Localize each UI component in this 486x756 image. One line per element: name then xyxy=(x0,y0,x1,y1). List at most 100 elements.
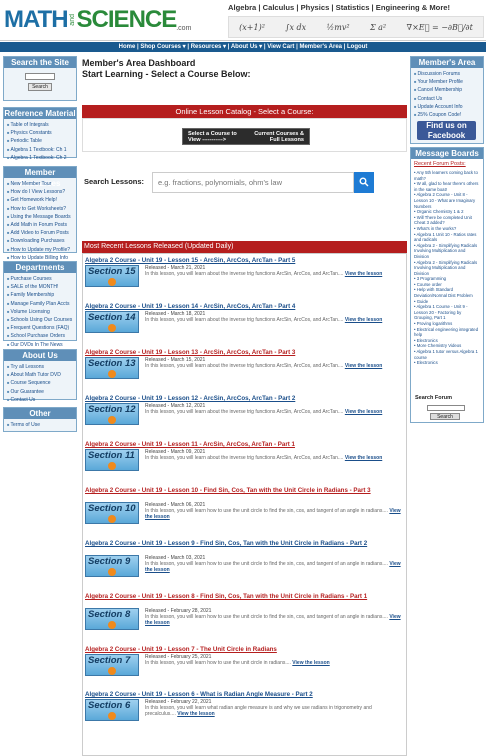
forum-post-link[interactable]: • Any 5th learners coming back to math? xyxy=(414,170,480,181)
department-link[interactable]: School Purchase Orders xyxy=(7,332,73,340)
member-area-link[interactable]: Cancel Membership xyxy=(414,86,480,94)
view-lesson-link[interactable]: View the lesson xyxy=(345,317,382,323)
forum-post-title: Will There be completed Unit Cheat 3 add… xyxy=(414,214,472,226)
department-link[interactable]: Schools Using Our Courses xyxy=(7,316,73,324)
lesson-thumbnail[interactable]: Section 10 xyxy=(85,502,139,524)
view-lesson-link[interactable]: View the lesson xyxy=(177,711,214,717)
search-lessons-button[interactable] xyxy=(354,172,374,193)
member-area-link[interactable]: Discussion Forums xyxy=(414,70,480,78)
play-icon xyxy=(108,667,116,675)
lesson-thumbnail[interactable]: Section 12 xyxy=(85,403,139,425)
department-link[interactable]: Family Membership xyxy=(7,291,73,299)
forum-post-link[interactable]: • Electrical engineering integrated help xyxy=(414,327,480,338)
member-area-link[interactable]: Update Account Info xyxy=(414,103,480,111)
department-link[interactable]: Our DVDs In The News xyxy=(7,341,73,349)
member-resource-link[interactable]: Downloading Purchases xyxy=(7,237,73,245)
department-link[interactable]: Manage Family Plan Accts xyxy=(7,300,73,308)
about-link[interactable]: About Math Tutor DVD xyxy=(7,371,73,379)
reference-link[interactable]: Physics Constants xyxy=(7,129,73,137)
about-link[interactable]: Try all Lessons xyxy=(7,363,73,371)
reference-link[interactable]: Table of Integrals xyxy=(7,121,73,129)
reference-link[interactable]: Periodic Table xyxy=(7,137,73,145)
lesson-thumbnail[interactable]: Section 6 xyxy=(85,699,139,721)
forum-post-link[interactable]: • Electronics xyxy=(414,360,480,366)
lesson-thumbnail[interactable]: Section 13 xyxy=(85,357,139,379)
forum-search-button[interactable]: Search xyxy=(430,413,460,420)
member-resource-link[interactable]: Add Video to Forum Posts xyxy=(7,229,73,237)
reference-link[interactable]: Algebra 1 Textbook: Ch 1 xyxy=(7,146,73,154)
member-resource-link[interactable]: How do I View Lessons? xyxy=(7,188,73,196)
member-area-link[interactable]: 25% Coupon Code! xyxy=(414,111,480,119)
select-course-button[interactable]: Select a Course to View -----------> Cur… xyxy=(182,128,310,145)
member-resource-link[interactable]: New Member Tour xyxy=(7,180,73,188)
thumbnail-label: Section 8 xyxy=(88,609,131,620)
member-resource-link[interactable]: How to Update my Profile? xyxy=(7,246,73,254)
forum-post-link[interactable]: • W all, glad to hear there's others in … xyxy=(414,181,480,192)
site-logo[interactable]: MATH and SCIENCE .com xyxy=(4,2,222,38)
thumbnail-label: Section 12 xyxy=(88,404,136,415)
about-link[interactable]: Contact Us xyxy=(7,396,73,404)
forum-search-input[interactable] xyxy=(427,405,465,411)
formula-banner: (x+1)² ∫x dx ½mv² Σ a² ∇×E⃗ = −∂B⃗/∂t xyxy=(228,16,484,38)
forum-post-link[interactable]: • Algebra 1 Course - Unit 9 - Lesson 20 … xyxy=(414,304,480,321)
forum-post-link[interactable]: • Algebra 2 Course - Unit 8 - Lesson 10 … xyxy=(414,192,480,209)
formula: (x+1)² xyxy=(239,22,265,32)
lesson-title-link[interactable]: Algebra 2 Course - Unit 19 - Lesson 8 - … xyxy=(85,593,405,601)
about-link[interactable]: Course Sequence xyxy=(7,379,73,387)
search-site-title: Search the Site xyxy=(4,57,76,68)
member-resource-link[interactable]: Using the Message Boards xyxy=(7,213,73,221)
forum-post-link[interactable]: • Will There be completed Unit Cheat 3 a… xyxy=(414,215,480,226)
facebook-button[interactable]: Find us on Facebook xyxy=(417,121,476,140)
member-area-link[interactable]: Your Member Profile xyxy=(414,78,480,86)
lesson-title-link[interactable]: Algebra 2 Course - Unit 19 - Lesson 11 -… xyxy=(85,441,405,449)
lesson-item: Algebra 2 Course - Unit 19 - Lesson 14 -… xyxy=(85,303,405,347)
lesson-title-link[interactable]: Algebra 2 Course - Unit 19 - Lesson 6 - … xyxy=(85,691,405,699)
site-search-input[interactable] xyxy=(25,73,55,80)
department-link[interactable]: Frequent Questions (FAQ) xyxy=(7,324,73,332)
forum-post-link[interactable]: • Algebra 2 - Simplifying Radicals Invol… xyxy=(414,243,480,260)
other-link[interactable]: Terms of Use xyxy=(7,421,73,429)
lesson-title-link[interactable]: Algebra 2 Course - Unit 19 - Lesson 9 - … xyxy=(85,540,405,548)
member-resource-link[interactable]: Add Math in Forum Posts xyxy=(7,221,73,229)
view-lesson-link[interactable]: View the lesson xyxy=(345,455,382,461)
forum-post-title: 3 Programming xyxy=(416,276,447,282)
lesson-title-link[interactable]: Algebra 2 Course - Unit 19 - Lesson 12 -… xyxy=(85,395,405,403)
lesson-item: Algebra 2 Course - Unit 19 - Lesson 11 -… xyxy=(85,441,405,485)
about-link[interactable]: Our Guarantee xyxy=(7,388,73,396)
reference-link[interactable]: Algebra 1 Textbook: Ch 2 xyxy=(7,154,73,162)
department-link[interactable]: Volume Licensing xyxy=(7,308,73,316)
forum-post-link[interactable]: • Algebra 1 tutor versus Algebra 1 cours… xyxy=(414,349,480,360)
lesson-description: In this lesson, you will learn about the… xyxy=(145,409,401,415)
logo-and: and xyxy=(68,14,76,26)
view-lesson-link[interactable]: View the lesson xyxy=(345,363,382,369)
play-icon xyxy=(108,712,116,720)
main-menu-bar[interactable]: Home | Shop Courses ▾ | Resources ▾ | Ab… xyxy=(0,42,486,52)
department-link[interactable]: Purchase Courses xyxy=(7,275,73,283)
forum-post-link[interactable]: • Algebra 2 - Simplifying Radicals Invol… xyxy=(414,260,480,277)
lesson-description-text: In this lesson, you will learn how to us… xyxy=(145,660,291,666)
site-search-button[interactable]: Search xyxy=(28,83,52,91)
lesson-thumbnail[interactable]: Section 8 xyxy=(85,608,139,630)
forum-post-link[interactable]: • Algebra 1 Unit 10 - Ratios rates and r… xyxy=(414,232,480,243)
lesson-title-link[interactable]: Algebra 2 Course - Unit 19 - Lesson 10 -… xyxy=(85,487,405,495)
member-resource-link[interactable]: How to Get Worksheets? xyxy=(7,205,73,213)
subject-nav[interactable]: Algebra | Calculus | Physics | Statistic… xyxy=(228,3,486,15)
member-area-link[interactable]: Contact Us xyxy=(414,95,480,103)
view-lesson-link[interactable]: View the lesson xyxy=(292,660,329,666)
member-resource-link[interactable]: Get Homework Help! xyxy=(7,196,73,204)
other-title: Other xyxy=(4,408,76,419)
view-lesson-link[interactable]: View the lesson xyxy=(345,271,382,277)
lesson-title-link[interactable]: Algebra 2 Course - Unit 19 - Lesson 14 -… xyxy=(85,303,405,311)
lesson-title-link[interactable]: Algebra 2 Course - Unit 19 - Lesson 13 -… xyxy=(85,349,405,357)
lesson-title-link[interactable]: Algebra 2 Course - Unit 19 - Lesson 15 -… xyxy=(85,257,405,265)
search-lessons-input[interactable] xyxy=(152,172,354,193)
lesson-thumbnail[interactable]: Section 11 xyxy=(85,449,139,471)
lesson-thumbnail[interactable]: Section 7 xyxy=(85,654,139,676)
view-lesson-link[interactable]: View the lesson xyxy=(345,409,382,415)
lesson-thumbnail[interactable]: Section 9 xyxy=(85,555,139,577)
department-link[interactable]: SALE of the MONTH! xyxy=(7,283,73,291)
forum-post-link[interactable]: • Help with Standard Deviation/Normal Di… xyxy=(414,287,480,298)
lesson-title-link[interactable]: Algebra 2 Course - Unit 19 - Lesson 7 - … xyxy=(85,646,405,654)
lesson-thumbnail[interactable]: Section 14 xyxy=(85,311,139,333)
lesson-thumbnail[interactable]: Section 15 xyxy=(85,265,139,287)
